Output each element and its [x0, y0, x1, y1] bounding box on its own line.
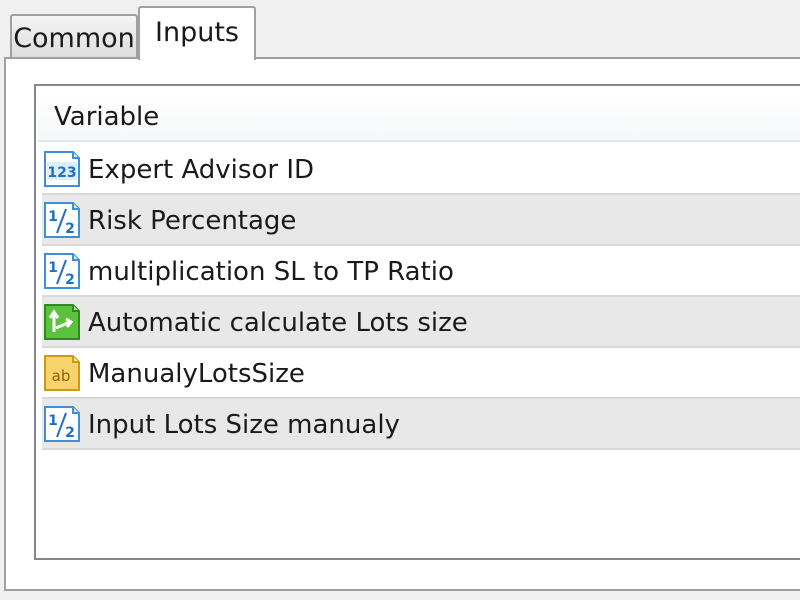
integer-123-icon: 123 — [44, 150, 80, 187]
svg-text:123: 123 — [47, 165, 76, 181]
variables-list: Variable 123 Expert Advisor ID 1 2 Risk … — [34, 84, 800, 560]
variable-name: Expert Advisor ID — [88, 154, 315, 185]
fraction-half-icon: 1 2 — [44, 201, 80, 238]
list-item[interactable]: 123 Expert Advisor ID — [42, 144, 800, 195]
tab-common[interactable]: Common — [10, 14, 138, 58]
variable-name: multiplication SL to TP Ratio — [88, 256, 454, 287]
svg-text:1: 1 — [48, 260, 58, 276]
svg-text:2: 2 — [65, 272, 75, 288]
svg-text:ab: ab — [52, 367, 71, 385]
variables-rows: 123 Expert Advisor ID 1 2 Risk Percentag… — [42, 144, 800, 450]
list-item[interactable]: Automatic calculate Lots size — [42, 297, 800, 348]
string-ab-icon: ab — [44, 354, 80, 391]
column-header-variable[interactable]: Variable — [38, 94, 800, 142]
list-item[interactable]: 1 2 Risk Percentage — [42, 195, 800, 246]
variable-name: Automatic calculate Lots size — [88, 307, 468, 338]
variable-name: Input Lots Size manualy — [88, 409, 400, 440]
svg-text:1: 1 — [48, 413, 58, 429]
list-item[interactable]: 1 2 multiplication SL to TP Ratio — [42, 246, 800, 297]
list-item[interactable]: 1 2 Input Lots Size manualy — [42, 399, 800, 450]
fraction-half-icon: 1 2 — [44, 252, 80, 289]
boolean-arrow-icon — [44, 303, 80, 340]
inputs-tab-panel: Variable 123 Expert Advisor ID 1 2 Risk … — [4, 57, 800, 591]
list-item[interactable]: ab ManualyLotsSize — [42, 348, 800, 399]
tab-inputs-label: Inputs — [155, 16, 239, 48]
variable-name: ManualyLotsSize — [88, 358, 305, 389]
svg-text:2: 2 — [65, 425, 75, 441]
svg-text:1: 1 — [48, 209, 58, 225]
fraction-half-icon: 1 2 — [44, 405, 80, 442]
tab-common-label: Common — [13, 22, 135, 54]
svg-text:2: 2 — [65, 221, 75, 237]
column-header-label: Variable — [54, 102, 160, 132]
dialog-root: Common Inputs Variable 123 Expert Adviso… — [0, 0, 800, 600]
variable-name: Risk Percentage — [88, 205, 297, 236]
tab-inputs[interactable]: Inputs — [138, 6, 256, 60]
